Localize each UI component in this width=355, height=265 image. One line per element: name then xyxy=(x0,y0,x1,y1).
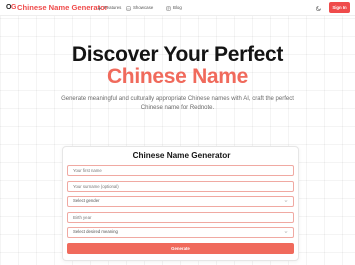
chevron-down-icon xyxy=(284,231,288,234)
nav-blog[interactable]: Blog xyxy=(166,3,182,13)
generator-form-card: Chinese Name Generator Select gender Sel… xyxy=(62,146,299,261)
form-title: Chinese Name Generator xyxy=(132,151,231,160)
nav-features-label: Features xyxy=(104,5,122,10)
sparkle-icon xyxy=(97,5,102,11)
meaning-select[interactable]: Select desired meaning xyxy=(67,227,294,238)
generate-button[interactable]: Generate xyxy=(67,243,294,254)
theme-toggle-icon xyxy=(316,6,321,11)
hero-title-line2: Chinese Name xyxy=(106,65,249,88)
image-icon xyxy=(126,6,131,10)
nav-showcase-label: Showcase xyxy=(133,5,154,10)
hero-title-line1: Discover Your Perfect xyxy=(71,43,284,66)
first-name-input[interactable] xyxy=(67,165,294,176)
brand-name[interactable]: Chinese Name Generator xyxy=(17,3,108,13)
theme-toggle-button[interactable] xyxy=(314,3,324,13)
gender-select[interactable]: Select gender xyxy=(67,196,294,207)
surname-input[interactable] xyxy=(67,181,294,192)
top-nav-bar: OG Chinese Name Generator Features Showc… xyxy=(0,0,355,16)
document-icon xyxy=(166,5,171,11)
nav-features[interactable]: Features xyxy=(97,3,121,13)
meaning-select-value: Select desired meaning xyxy=(73,229,118,234)
birth-year-input[interactable] xyxy=(67,212,294,223)
hero-subtitle: Generate meaningful and culturally appro… xyxy=(61,96,294,111)
nav-blog-label: Blog xyxy=(173,5,182,10)
nav-showcase[interactable]: Showcase xyxy=(126,3,153,13)
chevron-down-icon xyxy=(284,200,288,203)
gender-select-value: Select gender xyxy=(73,198,100,203)
sign-in-button[interactable]: Sign In xyxy=(329,2,350,13)
logo-icon[interactable]: OG xyxy=(6,3,16,13)
